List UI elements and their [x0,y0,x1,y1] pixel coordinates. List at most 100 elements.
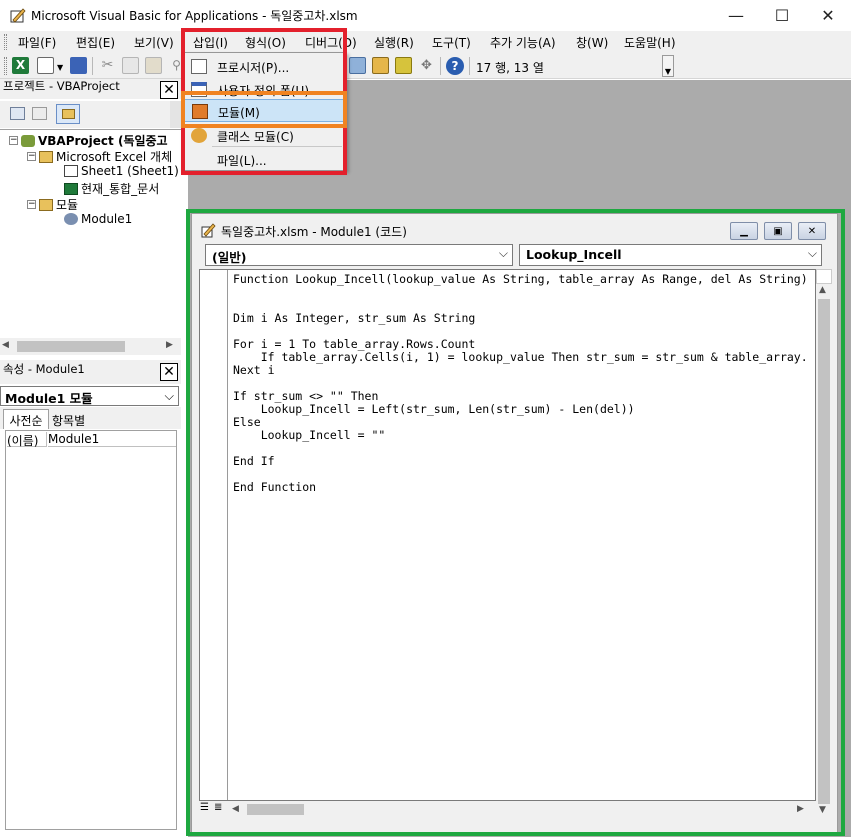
menu-run[interactable]: 실행(R) [374,34,414,51]
menu-file[interactable]: 파일(F) [18,34,56,51]
code-line[interactable]: Next i [233,363,275,377]
code-line[interactable]: Function Lookup_Incell(lookup_value As S… [233,272,808,286]
code-line[interactable]: Dim i As Integer, str_sum As String [233,311,475,325]
cut-icon[interactable]: ✂ [99,57,116,74]
code-line[interactable]: End If [233,454,275,468]
code-line[interactable]: If str_sum <> "" Then [233,389,378,403]
menu-item-module[interactable]: 모듈(M) [184,99,344,122]
code-restore-icon[interactable]: ▣ [764,222,792,240]
menu-item-class-module[interactable]: 클래스 모듈(C) [184,124,344,147]
menu-edit[interactable]: 편집(E) [76,34,115,51]
menu-bar: 파일(F) 편집(E) 보기(V) 삽입(I) 형식(O) 디버그(D) 실행(… [0,31,851,53]
view-code-icon[interactable] [10,107,25,120]
menu-item-userform[interactable]: 사용자 정의 폼(U) [184,78,344,101]
menu-window[interactable]: 창(W) [576,34,608,51]
code-window-title: 독일중고차.xlsm - Module1 (코드) [221,225,407,239]
code-vertical-scrollbar[interactable]: ▲ ▼ [816,269,832,817]
menu-tools[interactable]: 도구(T) [432,34,471,51]
tree-item-vbaproject[interactable]: − VBAProject (독일중고 [9,132,168,149]
procedure-icon [191,59,207,74]
worksheet-icon [64,165,78,177]
paste-icon[interactable] [145,57,162,74]
menu-view[interactable]: 보기(V) [134,34,174,51]
object-browser-icon[interactable] [395,57,412,74]
properties-pane-close-icon[interactable]: ✕ [160,363,178,381]
scroll-right-icon[interactable]: ▶ [166,340,173,350]
code-line[interactable]: End Function [233,480,316,494]
code-line[interactable]: Else [233,415,261,429]
view-object-icon[interactable] [32,107,47,120]
tree-item-thisworkbook[interactable]: 현재_통합_문서 [64,180,159,197]
properties-pane-title: 속성 - Module1 [3,362,85,376]
menu-insert[interactable]: 삽입(I) [193,34,228,51]
code-horizontal-scrollbar[interactable]: ☰ ≣ ◀ ▶ [199,801,816,818]
properties-pane-header: 속성 - Module1 ✕ [0,360,181,384]
code-minimize-icon[interactable]: ▁ [730,222,758,240]
toolbar-options-dropdown[interactable]: ▼ [662,55,674,77]
help-icon[interactable]: ? [446,57,464,75]
toolbar-separator [440,57,441,75]
project-explorer-icon[interactable] [349,57,366,74]
project-pane-scroll-stub[interactable] [170,101,181,128]
full-module-view-icon[interactable]: ≣ [214,802,228,816]
code-line[interactable]: Lookup_Incell = "" [233,428,386,442]
tab-categorized[interactable]: 항목별 [52,411,85,429]
toolbox-icon[interactable]: ✥ [418,57,435,74]
tree-item-module1[interactable]: Module1 [64,212,132,226]
menu-addins[interactable]: 추가 기능(A) [490,34,556,51]
collapse-icon[interactable]: − [9,136,18,145]
scroll-thumb[interactable] [247,804,304,815]
class-module-icon [191,128,207,143]
tree-item-sheet1[interactable]: Sheet1 (Sheet1) [64,164,179,178]
view-excel-icon[interactable]: X [12,57,29,74]
project-tree-hscroll[interactable]: ◀ ▶ [0,338,181,355]
toolbar-separator [92,57,93,75]
object-combo[interactable]: (일반) ⌵ [205,244,513,266]
properties-object-select[interactable]: Module1 모듈 ⌵ [0,386,179,406]
menu-format[interactable]: 형식(O) [245,34,286,51]
scroll-up-icon[interactable]: ▲ [819,285,826,295]
menu-debug[interactable]: 디버그(D) [305,34,357,51]
code-line[interactable]: If table_array.Cells(i, 1) = lookup_valu… [233,350,808,364]
toggle-folders-icon[interactable] [56,104,80,124]
minimize-button[interactable]: — [713,0,759,31]
code-close-icon[interactable]: ✕ [798,222,826,240]
tree-item-modules[interactable]: − 모듈 [27,196,78,213]
scroll-thumb[interactable] [17,341,125,352]
insert-dropdown-icon[interactable]: ▼ [57,63,63,72]
properties-tabs: 사전순 항목별 [0,407,181,429]
property-value[interactable]: Module1 [48,432,176,447]
code-editor[interactable]: Function Lookup_Incell(lookup_value As S… [199,269,816,801]
scroll-left-icon[interactable]: ◀ [232,804,239,814]
properties-window-icon[interactable] [372,57,389,74]
collapse-icon[interactable]: − [27,152,36,161]
insert-menu-dropdown: 프로시저(P)... 사용자 정의 폼(U) 모듈(M) 클래스 모듈(C) 파… [181,52,347,171]
menu-item-procedure[interactable]: 프로시저(P)... [184,55,344,78]
maximize-button[interactable]: ☐ [759,0,805,31]
code-window: 독일중고차.xlsm - Module1 (코드) ▁ ▣ ✕ (일반) ⌵ L… [191,213,838,833]
close-button[interactable]: ✕ [805,0,851,31]
module-icon [64,213,78,225]
scroll-left-icon[interactable]: ◀ [2,340,9,350]
project-pane-close-icon[interactable]: ✕ [160,81,178,99]
procedure-view-icon[interactable]: ☰ [200,802,214,816]
project-tree: − VBAProject (독일중고 − Microsoft Excel 개체 … [0,129,181,357]
code-line[interactable]: For i = 1 To table_array.Rows.Count [233,337,475,351]
cursor-position-readout: 17 행, 13 열 [476,61,544,75]
tab-alphabetic[interactable]: 사전순 [3,409,49,429]
menu-item-file[interactable]: 파일(L)... [184,148,344,171]
procedure-combo[interactable]: Lookup_Incell ⌵ [519,244,822,266]
scroll-down-icon[interactable]: ▼ [819,805,826,815]
scroll-thumb[interactable] [818,299,830,804]
toolbar-grip [4,57,7,75]
tree-item-excel-objects[interactable]: − Microsoft Excel 개체 [27,148,172,165]
code-margin-indicator-bar[interactable] [200,270,228,800]
save-icon[interactable] [70,57,87,74]
copy-icon[interactable] [122,57,139,74]
collapse-icon[interactable]: − [27,200,36,209]
code-line[interactable]: Lookup_Incell = Left(str_sum, Len(str_su… [233,402,635,416]
menu-help[interactable]: 도움말(H) [624,34,676,51]
scroll-right-icon[interactable]: ▶ [797,804,804,814]
folder-icon [39,198,53,211]
insert-userform-icon[interactable] [37,57,54,74]
